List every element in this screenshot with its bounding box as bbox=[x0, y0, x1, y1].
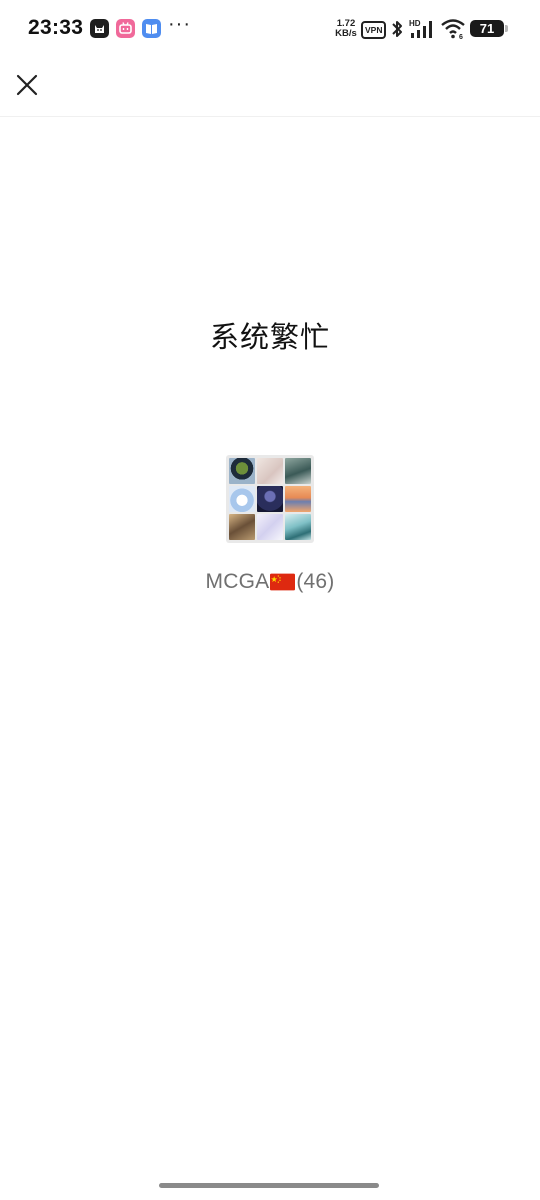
member-avatar bbox=[257, 486, 283, 512]
battery-icon: 71 bbox=[470, 20, 504, 37]
member-avatar bbox=[229, 486, 255, 512]
group-avatar bbox=[226, 455, 314, 543]
member-avatar bbox=[229, 514, 255, 540]
member-avatar bbox=[229, 458, 255, 484]
signal-hd-label: HD bbox=[409, 19, 421, 28]
nav-bar bbox=[0, 58, 540, 117]
bilibili-icon bbox=[116, 19, 135, 38]
member-avatar bbox=[285, 458, 311, 484]
cat-app-icon bbox=[90, 19, 109, 38]
home-indicator[interactable] bbox=[159, 1183, 379, 1188]
system-busy-message: 系统繁忙 bbox=[209, 322, 330, 354]
close-icon bbox=[16, 74, 38, 96]
vpn-badge: VPN bbox=[361, 21, 387, 39]
group-name: MCGA (46) bbox=[0, 570, 540, 594]
member-avatar bbox=[285, 514, 311, 540]
status-time: 23:33 bbox=[28, 16, 84, 39]
reader-app-icon bbox=[142, 19, 161, 38]
group-member-count: (46) bbox=[296, 570, 335, 593]
network-speed-unit: KB/s bbox=[335, 28, 357, 39]
wifi-6-label: 6 bbox=[459, 34, 463, 40]
network-speed: 1.72 KB/s bbox=[333, 19, 359, 39]
china-flag-icon bbox=[270, 573, 296, 591]
group-name-text: MCGA bbox=[205, 570, 270, 593]
member-avatar bbox=[257, 514, 283, 540]
member-avatar bbox=[257, 458, 283, 484]
more-notifications-icon: ··· bbox=[168, 13, 191, 35]
close-button[interactable] bbox=[10, 68, 44, 102]
bluetooth-icon bbox=[392, 21, 402, 37]
battery-cap bbox=[505, 25, 508, 32]
member-avatar bbox=[285, 486, 311, 512]
battery-level: 71 bbox=[479, 21, 495, 36]
status-bar: 23:33 ··· 1.72 KB/s VPN HD 6 71 bbox=[0, 0, 540, 58]
wifi-icon: 6 bbox=[441, 19, 465, 40]
cellular-signal-icon: HD bbox=[409, 19, 432, 38]
